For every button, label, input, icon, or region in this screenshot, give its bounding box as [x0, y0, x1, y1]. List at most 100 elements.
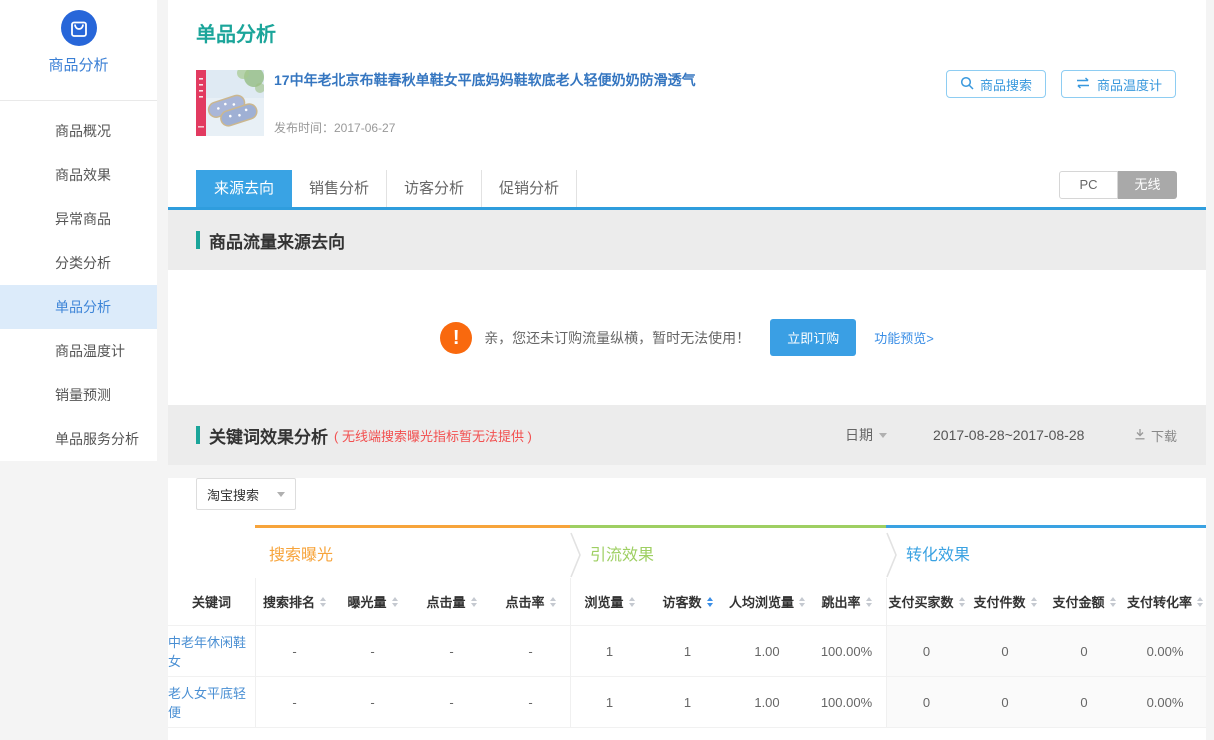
- sidebar-section-title: 商品分析: [0, 54, 157, 75]
- sort-icon[interactable]: [1031, 597, 1037, 607]
- col-header-pay-amount: 支付金额: [1044, 578, 1124, 625]
- col-header-pageviews: 浏览量: [570, 578, 648, 625]
- sort-icon[interactable]: [1197, 597, 1203, 607]
- order-now-button[interactable]: 立即订购: [770, 319, 856, 356]
- keyword-link[interactable]: 中老年休闲鞋女: [168, 625, 255, 676]
- sidebar-item-single-product-service[interactable]: 单品服务分析: [0, 417, 157, 461]
- main-content: 单品分析: [168, 0, 1206, 740]
- sort-icon[interactable]: [866, 597, 872, 607]
- table-cell: 0.00%: [1124, 676, 1206, 727]
- date-range: 2017-08-28~2017-08-28: [933, 427, 1084, 443]
- flow-section-title: 商品流量来源去向: [209, 228, 345, 253]
- table-cell: 0: [966, 676, 1044, 727]
- date-dropdown-label: 日期: [845, 425, 873, 445]
- product-search-button[interactable]: 商品搜索: [946, 70, 1046, 98]
- sidebar-item-single-product-analysis[interactable]: 单品分析: [0, 285, 157, 329]
- table-cell: 100.00%: [807, 625, 886, 676]
- table-cell: -: [333, 625, 412, 676]
- sidebar: 商品分析 商品概况 商品效果 异常商品 分类分析 单品分析 商品温度计 销量预测…: [0, 0, 157, 461]
- sidebar-item-product-effect[interactable]: 商品效果: [0, 153, 157, 197]
- table-cell: 100.00%: [807, 676, 886, 727]
- product-thermometer-button[interactable]: 商品温度计: [1061, 70, 1176, 98]
- product-search-label: 商品搜索: [980, 75, 1032, 94]
- download-icon: [1134, 428, 1146, 443]
- col-header-clicks: 点击量: [412, 578, 491, 625]
- source-select-value: 淘宝搜索: [207, 485, 259, 504]
- group-header-traffic-effect: 引流效果: [570, 525, 886, 578]
- sort-icon[interactable]: [959, 597, 965, 607]
- keyword-link[interactable]: 老人女平底轻便: [168, 676, 255, 727]
- toggle-pc[interactable]: PC: [1059, 171, 1118, 199]
- group-header-search-exposure: 搜索曝光: [255, 525, 570, 578]
- col-header-visitors: 访客数: [648, 578, 727, 625]
- table-cell: 1.00: [727, 676, 807, 727]
- keyword-section-band: 关键词效果分析 ( 无线端搜索曝光指标暂无法提供 ) 日期 2017-08-28…: [168, 405, 1206, 465]
- table-cell: -: [412, 676, 491, 727]
- sort-icon[interactable]: [471, 597, 477, 607]
- sort-icon[interactable]: [1110, 597, 1116, 607]
- sort-icon[interactable]: [629, 597, 635, 607]
- tab-sales-analysis[interactable]: 销售分析: [292, 170, 387, 208]
- sort-icon[interactable]: [799, 597, 805, 607]
- col-header-keyword: 关键词: [168, 578, 255, 625]
- keyword-section-note: ( 无线端搜索曝光指标暂无法提供 ): [334, 426, 532, 445]
- group-label: 引流效果: [590, 541, 654, 565]
- sidebar-item-category-analysis[interactable]: 分类分析: [0, 241, 157, 285]
- flow-section-header: 商品流量来源去向: [196, 228, 345, 253]
- feature-preview-link[interactable]: 功能预览>: [874, 328, 934, 347]
- col-header-bounce-rate: 跳出率: [807, 578, 886, 625]
- date-dropdown[interactable]: 日期: [845, 425, 887, 445]
- table-cell: -: [255, 625, 333, 676]
- group-header-empty: [168, 525, 255, 578]
- download-link[interactable]: 下载: [1134, 426, 1177, 445]
- section-accent-bar: [196, 231, 200, 249]
- sort-icon[interactable]: [550, 597, 556, 607]
- table-cell: 1: [570, 676, 648, 727]
- col-header-pay-conversion: 支付转化率: [1124, 578, 1206, 625]
- tab-bar: 来源去向 销售分析 访客分析 促销分析: [196, 170, 577, 208]
- table-cell: 1: [648, 625, 727, 676]
- sidebar-item-sales-forecast[interactable]: 销量预测: [0, 373, 157, 417]
- tab-source-destination[interactable]: 来源去向: [196, 170, 292, 208]
- keyword-table: 搜索曝光 引流效果 转化效果 关键词 搜索排名 曝光量 点击量 点击率 浏览量 …: [168, 525, 1206, 728]
- warning-icon: !: [440, 322, 472, 354]
- group-label: 搜索曝光: [269, 541, 333, 565]
- keyword-section-header: 关键词效果分析 ( 无线端搜索曝光指标暂无法提供 ): [196, 423, 532, 448]
- col-header-pay-items: 支付件数: [966, 578, 1044, 625]
- tab-promotion-analysis[interactable]: 促销分析: [482, 170, 577, 208]
- tab-visitor-analysis[interactable]: 访客分析: [387, 170, 482, 208]
- download-label: 下载: [1151, 426, 1177, 445]
- table-cell: 0: [886, 676, 966, 727]
- sort-icon-active[interactable]: [707, 597, 713, 607]
- table-cell: 0.00%: [1124, 625, 1206, 676]
- sidebar-item-product-overview[interactable]: 商品概况: [0, 109, 157, 153]
- product-thumbnail[interactable]: [196, 70, 264, 136]
- table-cell: -: [491, 625, 570, 676]
- col-header-ctr: 点击率: [491, 578, 570, 625]
- col-header-avg-pageviews: 人均浏览量: [727, 578, 807, 625]
- table-cell: 0: [1044, 676, 1124, 727]
- toggle-wireless[interactable]: 无线: [1118, 171, 1177, 199]
- page-title: 单品分析: [196, 18, 276, 47]
- sort-icon[interactable]: [320, 597, 326, 607]
- chevron-down-icon: [879, 433, 887, 438]
- group-chevron-icon: [570, 532, 582, 578]
- source-select[interactable]: 淘宝搜索: [196, 478, 296, 510]
- sort-icon[interactable]: [392, 597, 398, 607]
- publish-time: 发布时间：2017-06-27: [274, 119, 395, 136]
- group-chevron-icon: [886, 532, 898, 578]
- col-header-exposure: 曝光量: [333, 578, 412, 625]
- sidebar-item-product-thermometer[interactable]: 商品温度计: [0, 329, 157, 373]
- product-title-link[interactable]: 17中年老北京布鞋春秋单鞋女平底妈妈鞋软底老人轻便奶奶防滑透气: [274, 70, 894, 90]
- subscribe-notice: ! 亲，您还未订购流量纵横，暂时无法使用！ 立即订购 功能预览>: [168, 270, 1206, 405]
- top-buttons: 商品搜索 商品温度计: [946, 70, 1176, 98]
- col-header-pay-buyers: 支付买家数: [886, 578, 966, 625]
- shopping-bag-icon: [0, 10, 157, 46]
- table-cell: 0: [1044, 625, 1124, 676]
- swap-arrows-icon: [1075, 77, 1091, 92]
- product-info: 17中年老北京布鞋春秋单鞋女平底妈妈鞋软底老人轻便奶奶防滑透气 发布时间：201…: [274, 70, 894, 136]
- product-thermometer-label: 商品温度计: [1097, 75, 1162, 94]
- flow-section-band: 商品流量来源去向: [168, 210, 1206, 270]
- sidebar-item-abnormal-product[interactable]: 异常商品: [0, 197, 157, 241]
- table-cell: -: [333, 676, 412, 727]
